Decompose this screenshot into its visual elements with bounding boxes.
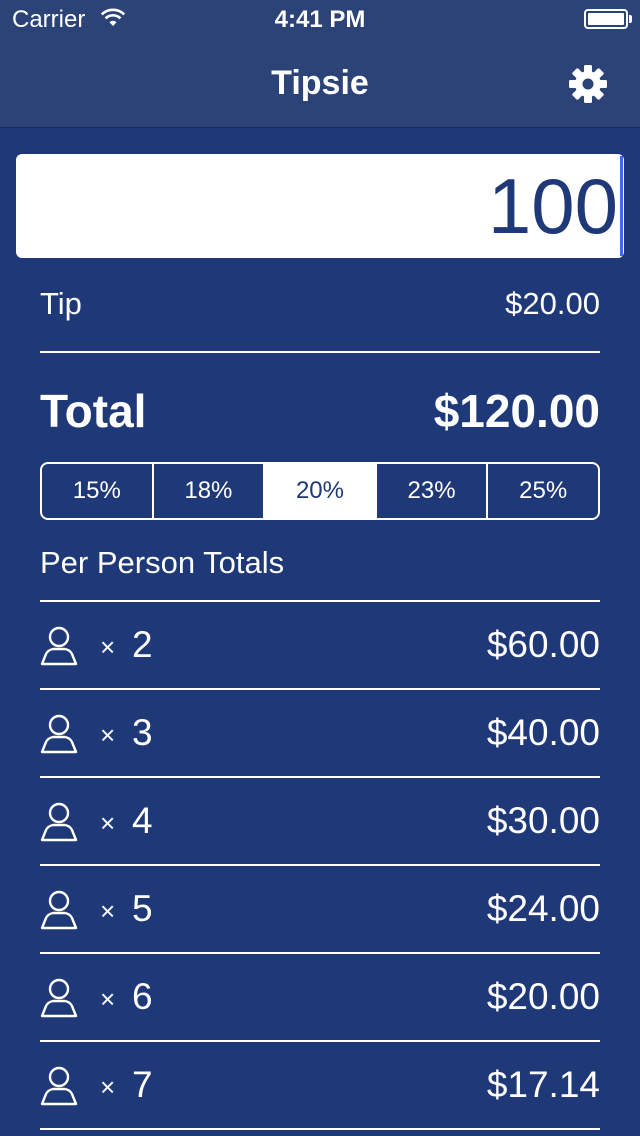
- person-icon: [40, 802, 78, 842]
- person-icon: [40, 890, 78, 930]
- text-cursor: [620, 156, 623, 256]
- per-person-amount: $24.00: [486, 888, 600, 929]
- people-count: 4: [132, 800, 153, 841]
- gear-icon[interactable]: [566, 62, 610, 106]
- times-symbol: ×: [100, 896, 116, 926]
- total-label: Total: [40, 385, 147, 437]
- times-symbol: ×: [100, 1072, 116, 1102]
- per-person-amount: $20.00: [486, 976, 600, 1017]
- per-person-amount: $30.00: [486, 800, 600, 841]
- per-person-list: × 2 $60.00 × 3 $40.00 × 4 $30.00 × 5 $24…: [40, 600, 600, 1130]
- people-count: 7: [132, 1064, 153, 1105]
- list-item: × 3 $40.00: [40, 690, 600, 778]
- navigation-bar: Tipsie: [0, 40, 640, 128]
- times-symbol: ×: [100, 720, 116, 750]
- people-count: 2: [132, 624, 153, 665]
- people-count: 6: [132, 976, 153, 1017]
- list-item: × 2 $60.00: [40, 602, 600, 690]
- app-screen: Carrier 4:41 PM Tipsie 100 Tip $20.00 To…: [0, 0, 640, 1136]
- person-icon: [40, 978, 78, 1018]
- person-icon: [40, 1066, 78, 1106]
- tip-option-15[interactable]: 15%: [42, 464, 154, 518]
- list-item: × 4 $30.00: [40, 778, 600, 866]
- times-symbol: ×: [100, 984, 116, 1014]
- per-person-amount: $40.00: [486, 712, 600, 753]
- clock-time: 4:41 PM: [274, 6, 366, 33]
- person-icon: [40, 714, 78, 754]
- total-amount: $120.00: [433, 385, 600, 437]
- bill-amount-input[interactable]: [16, 154, 624, 258]
- status-bar: Carrier 4:41 PM: [0, 0, 640, 40]
- tip-percentage-selector: 15% 18% 20% 23% 25%: [40, 462, 600, 520]
- tip-option-20[interactable]: 20%: [265, 464, 377, 518]
- tip-amount: $20.00: [505, 286, 600, 321]
- tip-option-23[interactable]: 23%: [377, 464, 489, 518]
- per-person-amount: $60.00: [486, 624, 600, 665]
- times-symbol: ×: [100, 632, 116, 662]
- tip-label: Tip: [40, 286, 82, 321]
- people-count: 5: [132, 888, 153, 929]
- list-item: × 7 $17.14: [40, 1042, 600, 1130]
- person-icon: [40, 626, 78, 666]
- battery-icon: [584, 9, 632, 29]
- per-person-amount: $17.14: [486, 1064, 600, 1105]
- divider: [40, 351, 600, 353]
- per-person-heading: Per Person Totals: [40, 545, 285, 580]
- tip-option-25[interactable]: 25%: [488, 464, 598, 518]
- tip-option-18[interactable]: 18%: [154, 464, 266, 518]
- list-item: × 6 $20.00: [40, 954, 600, 1042]
- app-title: Tipsie: [271, 64, 369, 102]
- people-count: 3: [132, 712, 153, 753]
- list-item: × 5 $24.00: [40, 866, 600, 954]
- times-symbol: ×: [100, 808, 116, 838]
